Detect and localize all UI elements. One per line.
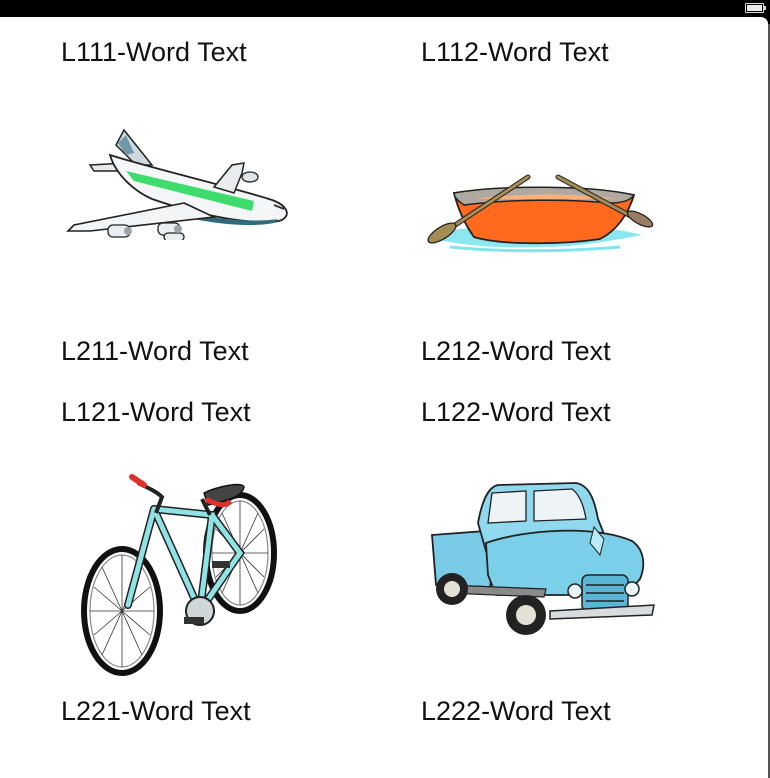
rowboat-image[interactable] [420, 155, 656, 257]
word-card-grid: L111-Word Text L211-Word Text L112-Word … [0, 17, 768, 778]
card-3-bottom-label[interactable]: L221-Word Text [61, 695, 251, 727]
card-2-bottom-label[interactable]: L212-Word Text [421, 335, 611, 367]
card-3-top-label[interactable]: L121-Word Text [61, 396, 251, 428]
battery-icon [745, 3, 766, 13]
bicycle-image[interactable] [76, 457, 282, 677]
card-4-top-label[interactable]: L122-Word Text [421, 396, 611, 428]
pickup-truck-image[interactable] [426, 479, 656, 645]
battery-level [747, 5, 762, 11]
card-2-top-label[interactable]: L112-Word Text [421, 36, 609, 68]
airplane-image[interactable] [64, 125, 294, 240]
card-4-bottom-label[interactable]: L222-Word Text [421, 695, 611, 727]
card-1-top-label[interactable]: L111-Word Text [61, 36, 247, 68]
status-bar [0, 0, 770, 17]
card-1-bottom-label[interactable]: L211-Word Text [61, 335, 249, 367]
